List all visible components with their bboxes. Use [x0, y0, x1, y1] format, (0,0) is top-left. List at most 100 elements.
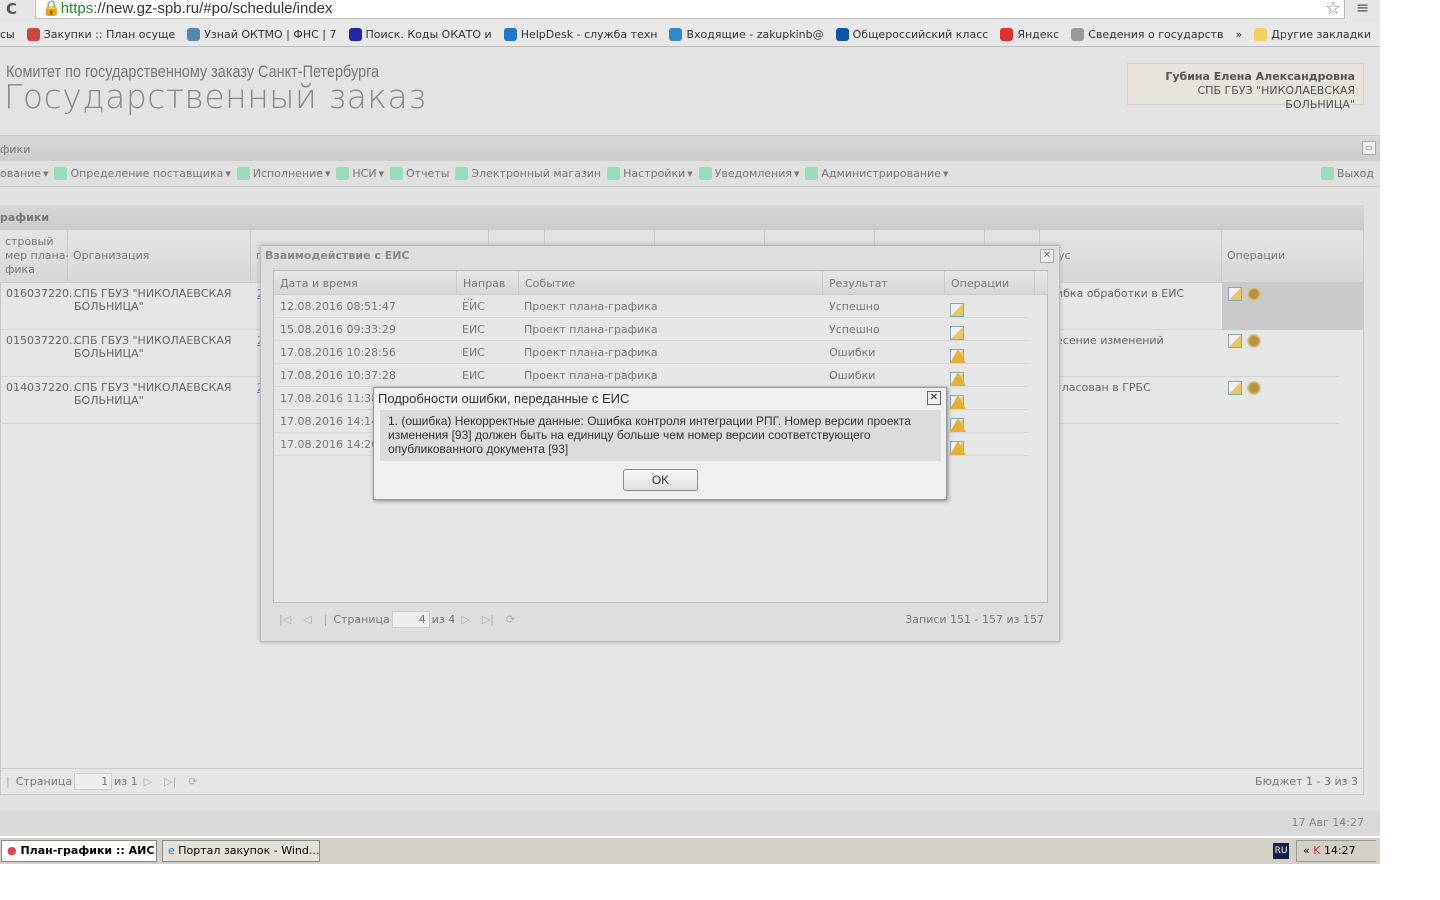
next-page-icon[interactable]: ▷ [461, 613, 469, 626]
menu-icon [54, 167, 68, 180]
column-header[interactable]: Направ ... [457, 271, 519, 303]
column-header[interactable]: Событие [519, 271, 823, 295]
column-header[interactable]: Дата и время [274, 271, 457, 295]
address-bar[interactable]: 🔒https://new.gz-spb.ru/#po/schedule/inde… [35, 0, 1345, 19]
menu-item[interactable]: НСИ ▼ [336, 167, 384, 180]
bookmark-label: Сведения о государств [1088, 27, 1224, 41]
bookmark-icon [187, 27, 201, 41]
taskbar-item-ie[interactable]: e Портал закупок - Wind... [162, 840, 320, 862]
header-title: Государственный заказ [4, 77, 427, 116]
menu-item[interactable]: Настройки ▼ [607, 167, 693, 180]
bookmark-label: Узнай ОКТМО | ФНС | 7 [204, 27, 337, 41]
bookmark-icon [835, 27, 849, 41]
menu-icon [389, 167, 403, 180]
bookmark-item[interactable]: HelpDesk - служба техн [503, 27, 657, 41]
grid-title: рафики [0, 205, 1364, 230]
star-icon[interactable]: ☆ [1325, 0, 1341, 19]
column-header[interactable]: Результат [823, 271, 945, 295]
warning-icon[interactable] [950, 418, 966, 432]
warning-icon[interactable] [950, 395, 966, 409]
menu-item[interactable]: ование ▼ [0, 167, 48, 180]
column-header[interactable]: атус [1040, 230, 1222, 283]
bookmark-item[interactable]: Общероссийский класс [835, 27, 988, 41]
document-icon[interactable] [950, 326, 964, 340]
eis-result: Успешно [829, 300, 880, 313]
status: ибка обработки в ЕИС [1056, 287, 1185, 300]
organization: СПБ ГБУЗ "НИКОЛАЕВСКАЯ БОЛЬНИЦА" [74, 334, 232, 360]
eis-dt: 12.08.2016 08:51:47 [280, 300, 396, 313]
tray-expand[interactable]: « [1303, 844, 1310, 857]
bookmark-item[interactable]: Узнай ОКТМО | ФНС | 7 [187, 27, 337, 41]
organization: СПБ ГБУЗ "НИКОЛАЕВСКАЯ БОЛЬНИЦА" [74, 287, 232, 313]
table-row[interactable]: 17.08.2016 10:28:56 ЕИС Проект плана-графи… [274, 341, 1028, 364]
menu-item[interactable]: Исполнение ▼ [236, 167, 330, 180]
eis-event: Проект плана-графика [524, 346, 658, 359]
next-page-icon[interactable]: ▷ [144, 775, 152, 788]
prev-page-icon[interactable]: ◁ [303, 613, 311, 626]
eis-result: Ошибки [829, 369, 876, 382]
menu-icon [336, 167, 350, 180]
reload-icon[interactable]: C [6, 0, 17, 18]
ok-button[interactable]: OK [623, 469, 698, 491]
status: гласован в ГРБС [1056, 381, 1151, 394]
bookmark-item[interactable]: Входящие - zakupkinb@ [669, 27, 824, 41]
document-icon[interactable] [950, 303, 964, 317]
bookmark-icon [503, 27, 517, 41]
more-bookmarks[interactable]: » [1236, 28, 1243, 41]
eis-emblem-icon[interactable] [1247, 287, 1261, 301]
column-header[interactable]: Организация [68, 230, 251, 283]
bookmark-item[interactable]: Яндекс [1000, 27, 1059, 41]
table-row[interactable]: 12.08.2016 08:51:47 ЕИС Проект плана-графи… [274, 295, 1028, 318]
bookmark-label: Другие закладки [1271, 27, 1371, 41]
bookmark-label: Закупки :: План осуще [43, 27, 176, 41]
eis-emblem-icon[interactable] [1247, 381, 1261, 395]
user-info: Губина Елена Александровна СПБ ГБУЗ "НИКО… [1127, 63, 1364, 111]
column-header[interactable]: Операции [945, 271, 1035, 295]
registry-number: 016037220... [6, 287, 80, 300]
warning-icon[interactable] [950, 441, 966, 455]
menu-item[interactable]: Определение поставщика ▼ [54, 167, 231, 180]
table-row[interactable]: 17.08.2016 10:37:28 ЕИС Проект плана-графи… [274, 364, 1028, 387]
taskbar-item-chrome[interactable]: ● План-графики :: АИС ... [1, 840, 157, 862]
clock: 14:27 [1323, 844, 1356, 857]
maximize-icon[interactable]: ▭ [1362, 141, 1376, 155]
menu-icon[interactable]: ≡ [1356, 0, 1369, 17]
page-input[interactable]: 4 [391, 610, 430, 628]
first-page-icon[interactable]: |◁ [279, 613, 291, 626]
logout-button[interactable]: Выход [1320, 167, 1374, 180]
error-details-dialog: Подробности ошибки, переданные с ЕИС ✕ 1… [373, 387, 947, 500]
close-icon[interactable]: ✕ [927, 391, 941, 405]
app-header: Комитет по государственному заказу Санкт… [0, 47, 1380, 135]
language-indicator[interactable]: RU [1273, 843, 1289, 859]
column-header[interactable]: стровый мер плана- фика [0, 230, 69, 283]
bookmark-item[interactable]: сы [0, 28, 15, 41]
eis-window-title: Взаимодействие с ЕИС [265, 249, 410, 262]
eis-dt: 15.08.2016 09:33:29 [280, 323, 396, 336]
menu-item[interactable]: Отчеты [389, 167, 449, 180]
bookmark-item[interactable]: Закупки :: План осуще [26, 27, 176, 41]
page-input[interactable]: 1 [74, 773, 113, 790]
edit-document-icon[interactable] [1228, 287, 1242, 301]
eis-result: Ошибки [829, 346, 876, 359]
menu-item[interactable]: Электронный магазин [455, 167, 601, 180]
menu-icon [236, 167, 250, 180]
edit-document-icon[interactable] [1228, 381, 1242, 395]
menu-item[interactable]: Уведомления ▼ [698, 167, 799, 180]
column-header[interactable] [1035, 271, 1048, 295]
eis-emblem-icon[interactable] [1247, 334, 1261, 348]
table-row[interactable]: 15.08.2016 09:33:29 ЕИС Проект плана-графи… [274, 318, 1028, 341]
refresh-icon[interactable]: ⟳ [506, 613, 515, 626]
warning-icon[interactable] [950, 349, 966, 363]
bookmark-item[interactable]: Поиск. Коды ОКАТО и [348, 27, 492, 41]
column-header[interactable]: Операции [1222, 230, 1364, 283]
eis-dir: ЕИС [462, 346, 485, 359]
edit-document-icon[interactable] [1228, 334, 1242, 348]
bookmark-item[interactable]: Сведения о государств [1071, 27, 1224, 41]
close-icon[interactable]: ✕ [1040, 249, 1054, 263]
last-page-icon[interactable]: ▷| [164, 775, 176, 788]
other-bookmarks[interactable]: Другие закладки [1254, 27, 1371, 41]
refresh-icon[interactable]: ⟳ [188, 775, 197, 788]
last-page-icon[interactable]: ▷| [482, 613, 494, 626]
warning-icon[interactable] [950, 372, 966, 386]
menu-item[interactable]: Администрирование ▼ [805, 167, 948, 180]
